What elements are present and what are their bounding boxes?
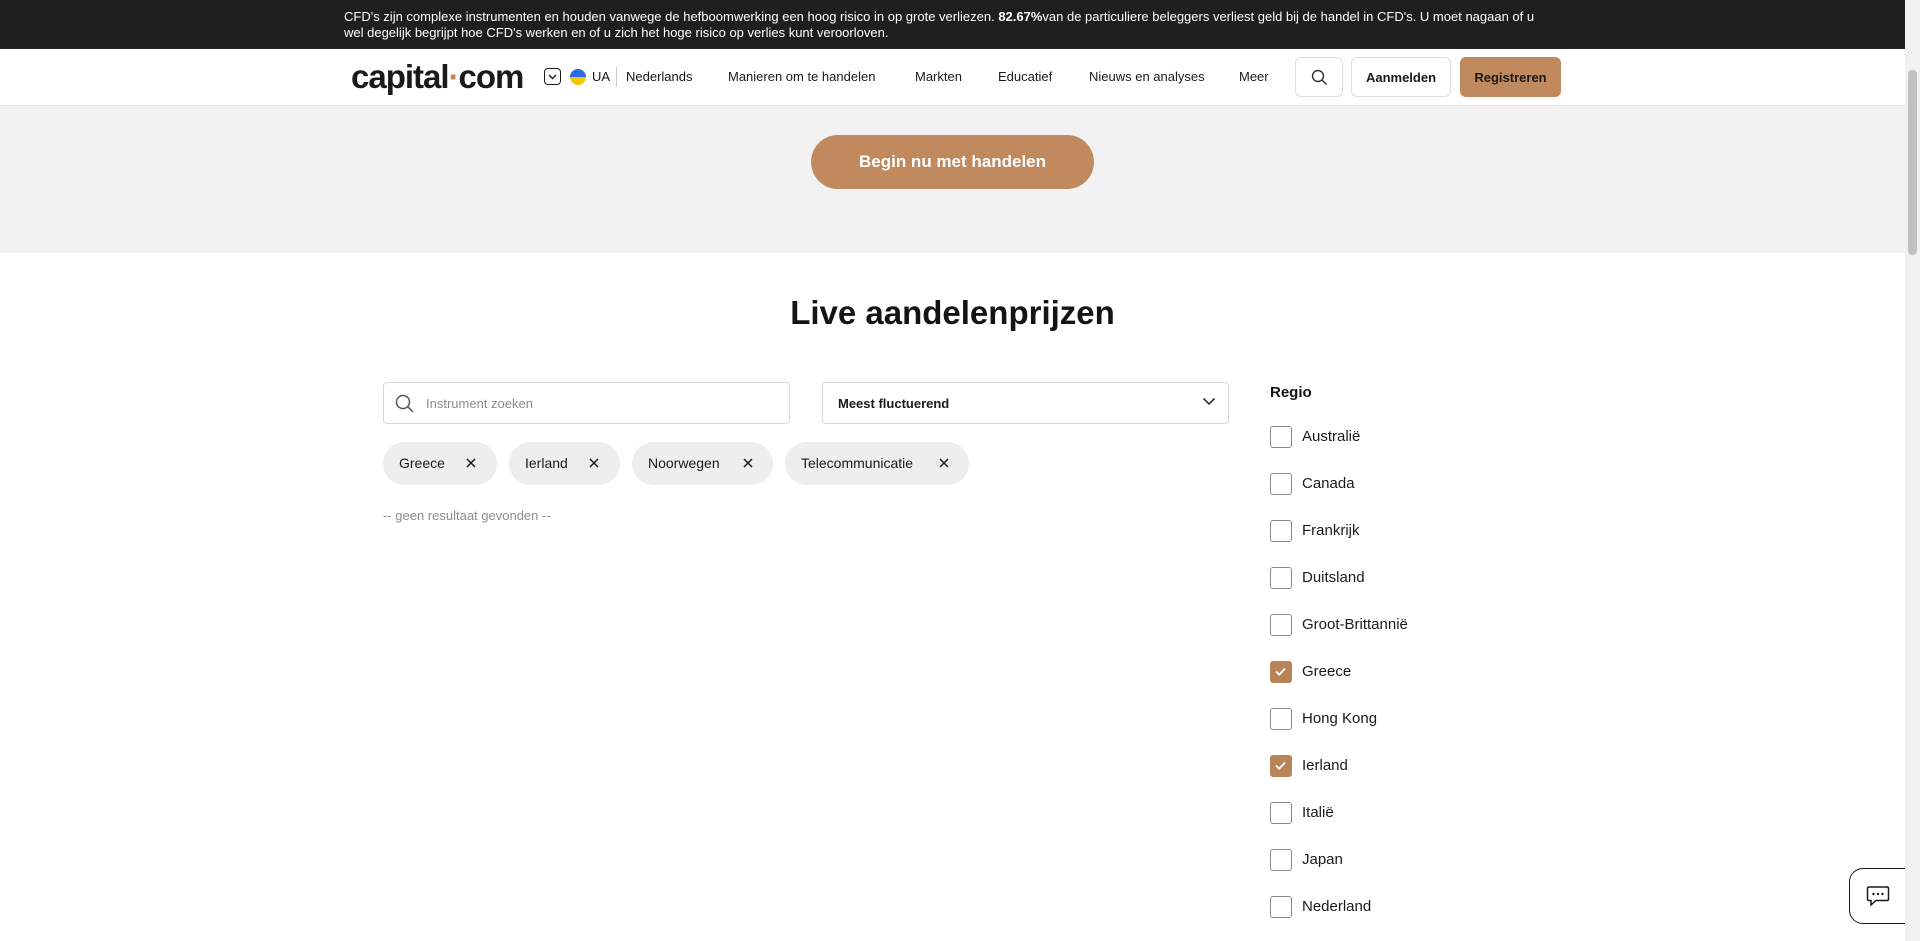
nav-ways-to-trade[interactable]: Manieren om te handelen (728, 69, 875, 84)
chat-icon (1866, 886, 1890, 907)
close-icon[interactable] (465, 457, 477, 469)
region-label[interactable]: Duitsland (1302, 569, 1365, 586)
checkbox[interactable] (1270, 473, 1292, 495)
instrument-search-field[interactable] (383, 382, 790, 424)
risk-warning-banner: CFD's zijn complexe instrumenten en houd… (0, 0, 1905, 49)
chevron-down-icon (548, 74, 557, 79)
search-icon (395, 394, 414, 413)
risk-text-before: CFD's zijn complexe instrumenten en houd… (344, 9, 999, 24)
sort-dropdown[interactable]: Meest fluctuerend (822, 382, 1229, 424)
region-checkbox-italie[interactable]: Italië (1270, 802, 1520, 824)
chat-widget-button[interactable] (1849, 868, 1907, 924)
nav-markets[interactable]: Markten (915, 69, 962, 84)
region-checkbox-frankrijk[interactable]: Frankrijk (1270, 520, 1520, 542)
region-label[interactable]: Hong Kong (1302, 710, 1377, 727)
search-icon (1311, 69, 1327, 85)
region-label[interactable]: Canada (1302, 475, 1355, 492)
sort-selected-value: Meest fluctuerend (838, 396, 950, 411)
risk-warning-text: CFD's zijn complexe instrumenten en houd… (344, 9, 1544, 41)
checkbox[interactable] (1270, 614, 1292, 636)
region-label[interactable]: Nederland (1302, 898, 1371, 915)
checkbox[interactable] (1270, 708, 1292, 730)
checkbox[interactable] (1270, 567, 1292, 589)
logo-dot: · (448, 58, 460, 95)
filter-chip-label: Ierland (525, 455, 568, 471)
checkbox-checked[interactable] (1270, 661, 1292, 683)
checkbox[interactable] (1270, 426, 1292, 448)
capital-com-logo[interactable]: capital·com (351, 58, 525, 96)
region-checkbox-greece[interactable]: Greece (1270, 661, 1520, 683)
filter-chip-noorwegen: Noorwegen (632, 442, 773, 485)
filter-chip-greece: Greece (383, 442, 497, 485)
region-label[interactable]: Japan (1302, 851, 1343, 868)
region-checkbox-nederland[interactable]: Nederland (1270, 896, 1520, 918)
region-checkbox-japan[interactable]: Japan (1270, 849, 1520, 871)
scrollbar-thumb[interactable] (1908, 70, 1917, 255)
region-checkbox-ierland[interactable]: Ierland (1270, 755, 1520, 777)
region-checkbox-australie[interactable]: Australië (1270, 426, 1520, 448)
filter-chip-label: Noorwegen (648, 455, 720, 471)
checkbox[interactable] (1270, 849, 1292, 871)
logo-part-end: com (458, 58, 525, 95)
region-label[interactable]: Frankrijk (1302, 522, 1360, 539)
filter-chip-label: Telecommunicatie (801, 455, 914, 471)
risk-percentage: 82.67% (998, 9, 1043, 24)
close-icon[interactable] (742, 457, 754, 469)
region-label[interactable]: Ierland (1302, 757, 1348, 774)
language-selector[interactable]: Nederlands (626, 69, 693, 84)
region-label[interactable]: Groot-Brittannië (1302, 616, 1408, 633)
site-header: capital·com UA Nederlands Manieren om te… (0, 49, 1905, 106)
logo-part-main: capital (351, 58, 450, 95)
checkbox-checked[interactable] (1270, 755, 1292, 777)
filter-chip-label: Greece (399, 455, 445, 471)
region-checkbox-groot-brittannie[interactable]: Groot-Brittannië (1270, 614, 1520, 636)
region-checkbox-duitsland[interactable]: Duitsland (1270, 567, 1520, 589)
region-checkbox-canada[interactable]: Canada (1270, 473, 1520, 495)
close-icon[interactable] (588, 457, 600, 469)
register-button[interactable]: Registreren (1460, 57, 1561, 97)
language-separator (616, 67, 617, 87)
start-trading-button[interactable]: Begin nu met handelen (811, 135, 1094, 189)
nav-more[interactable]: Meer (1239, 69, 1269, 84)
filter-chip-ierland: Ierland (509, 442, 620, 485)
instrument-search-input[interactable] (426, 393, 776, 413)
no-results-message: -- geen resultaat gevonden -- (383, 508, 551, 523)
header-search-button[interactable] (1295, 57, 1343, 97)
region-label[interactable]: Italië (1302, 804, 1334, 821)
checkbox[interactable] (1270, 896, 1292, 918)
page-scrollbar[interactable] (1905, 0, 1920, 941)
check-icon (1275, 761, 1286, 770)
region-filter-title: Regio (1270, 384, 1312, 401)
hero-section: Begin nu met handelen (0, 106, 1905, 253)
filter-chip-telecommunicatie: Telecommunicatie (785, 442, 969, 485)
country-code[interactable]: UA (592, 69, 610, 84)
chevron-down-icon (1202, 397, 1216, 406)
close-icon[interactable] (938, 457, 950, 469)
ukraine-flag-icon (570, 69, 586, 85)
check-icon (1275, 667, 1286, 676)
region-label[interactable]: Australië (1302, 428, 1360, 445)
page-title: Live aandelenprijzen (790, 294, 1115, 331)
checkbox[interactable] (1270, 802, 1292, 824)
language-dropdown-toggle[interactable] (544, 68, 561, 85)
login-button[interactable]: Aanmelden (1351, 57, 1451, 97)
region-checkbox-hong-kong[interactable]: Hong Kong (1270, 708, 1520, 730)
checkbox[interactable] (1270, 520, 1292, 542)
nav-news-analysis[interactable]: Nieuws en analyses (1089, 69, 1205, 84)
nav-education[interactable]: Educatief (998, 69, 1052, 84)
region-label[interactable]: Greece (1302, 663, 1351, 680)
